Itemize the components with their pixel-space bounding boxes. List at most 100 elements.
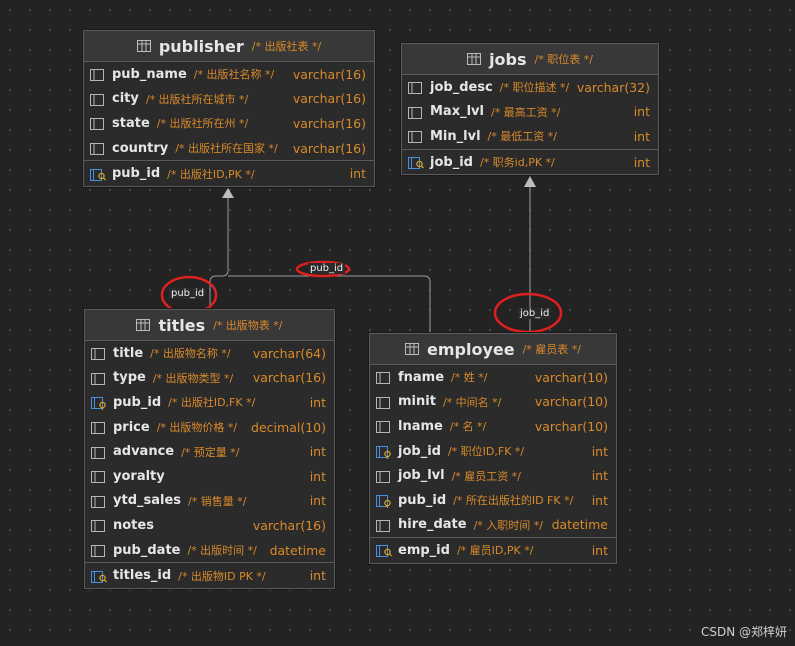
column-row[interactable]: hire_date /* 入职时间 */ datetime [370, 513, 616, 538]
table-name: titles [158, 315, 206, 335]
column-name: pub_date [113, 542, 181, 558]
column-row[interactable]: lname /* 名 */ varchar(10) [370, 414, 616, 439]
column-type: varchar(64) [252, 345, 326, 361]
column-row[interactable]: Min_lvl /* 最低工资 */ int [402, 124, 658, 149]
pk-column-row[interactable]: emp_id /* 雇员ID,PK */ int [370, 537, 616, 563]
column-comment: /* 出版社ID,PK */ [167, 167, 255, 181]
column-name: country [112, 140, 169, 156]
table-icon [136, 319, 151, 331]
column-name: Max_lvl [430, 104, 484, 120]
pk-column-row[interactable]: titles_id /* 出版物ID PK */ int [85, 562, 334, 588]
column-row[interactable]: fname /* 姓 */ varchar(10) [370, 365, 616, 390]
column-name: notes [113, 517, 154, 533]
column-row[interactable]: yoralty int [85, 464, 334, 489]
column-type: int [349, 166, 366, 182]
column-type: decimal(10) [251, 419, 326, 435]
primary-key-icon [91, 569, 107, 583]
column-comment: /* 出版物类型 */ [152, 371, 234, 385]
column-name: yoralty [113, 468, 165, 484]
table-header[interactable]: titles /* 出版物表 */ [85, 310, 334, 341]
column-comment: /* 出版社所在城市 */ [145, 92, 249, 106]
column-name: Min_lvl [430, 128, 481, 144]
table-header[interactable]: jobs /* 职位表 */ [402, 44, 658, 75]
column-row[interactable]: title /* 出版物名称 */ varchar(64) [85, 341, 334, 366]
column-icon [91, 371, 107, 385]
column-type: varchar(10) [534, 418, 608, 434]
pk-row-slot: titles_id /* 出版物ID PK */ int [85, 562, 334, 588]
relation-label-employee-pub: pub_id [308, 263, 346, 274]
column-row[interactable]: pub_date /* 出版时间 */ datetime [85, 538, 334, 563]
watermark: CSDN @郑梓妍 [700, 625, 787, 639]
column-comment: /* 出版物ID PK */ [178, 569, 266, 583]
relation-label-employee-job: job_id [518, 308, 552, 319]
column-type: int [309, 568, 326, 584]
pk-column-row[interactable]: pub_id /* 出版社ID,PK */ int [84, 160, 374, 186]
column-row[interactable]: job_id /* 职位ID,FK */ int [370, 439, 616, 464]
column-type: int [591, 492, 608, 508]
column-name: pub_id [113, 394, 162, 410]
column-comment: /* 职务id,PK */ [479, 156, 555, 170]
table-jobs[interactable]: jobs /* 职位表 */ job_desc /* 职位描述 */ varchar… [401, 43, 659, 176]
column-name: job_lvl [398, 468, 445, 484]
column-name: price [113, 419, 150, 435]
column-type: int [633, 128, 650, 144]
column-list: job_desc/* 职位描述 */varchar(32) Max_lvl/* 最… [402, 75, 658, 149]
table-name: employee [427, 339, 515, 359]
table-icon [136, 40, 151, 52]
column-list: fname /* 姓 */ varchar(10) minit /* 中间名 */ var… [370, 365, 616, 537]
column-comment: /* 出版物价格 */ [156, 421, 238, 435]
column-row[interactable]: country /* 出版社所在国家 */ varchar(16) [84, 136, 374, 161]
column-icon [376, 419, 392, 434]
column-name: pub_name [112, 66, 187, 82]
table-titles[interactable]: titles /* 出版物表 */ title /* 出版物名称 */ varcha… [84, 309, 335, 589]
column-comment: /* 出版时间 */ [187, 544, 257, 558]
column-row[interactable]: state /* 出版社所在州 */ varchar(16) [84, 111, 374, 136]
table-comment: /* 雇员表 */ [522, 343, 581, 356]
column-row[interactable]: job_desc /* 职位描述 */ varchar(32) [402, 75, 658, 100]
table-employee[interactable]: employee /* 雇员表 */ fname /* 姓 */ varchar(1… [369, 333, 617, 564]
column-row[interactable]: city /* 出版社所在城市 */ varchar(16) [84, 87, 374, 112]
column-name: fname [398, 369, 445, 385]
column-row[interactable]: Max_lvl /* 最高工资 */ int [402, 100, 658, 125]
column-name: ytd_sales [113, 493, 182, 509]
column-name: minit [398, 394, 436, 410]
column-row[interactable]: advance /* 预定量 */ int [85, 439, 334, 464]
column-comment: /* 出版社ID,FK */ [168, 396, 256, 410]
column-icon [91, 518, 107, 533]
table-icon [405, 343, 419, 355]
foreign-key-icon [376, 493, 392, 509]
column-name: job_id [430, 154, 473, 170]
titles-publisher-line [209, 196, 229, 309]
column-comment: /* 中间名 */ [442, 395, 502, 409]
column-icon [91, 346, 107, 361]
column-row[interactable]: job_lvl /* 雇员工资 */ int [370, 463, 616, 488]
column-row[interactable]: type /* 出版物类型 */ varchar(16) [85, 366, 334, 391]
primary-key-icon [408, 155, 424, 170]
column-name: pub_id [398, 492, 447, 508]
table-header[interactable]: publisher /* 出版社表 */ [84, 31, 374, 62]
column-icon [376, 395, 392, 409]
column-row[interactable]: minit /* 中间名 */ varchar(10) [370, 390, 616, 415]
column-list: title /* 出版物名称 */ varchar(64) type /* 出版物类型 … [85, 341, 334, 562]
column-row[interactable]: pub_id /* 出版社ID,FK */ int [85, 390, 334, 415]
column-type: int [309, 394, 326, 410]
column-row[interactable]: notes varchar(16) [85, 513, 334, 538]
column-comment: /* 出版社所在州 */ [156, 117, 249, 131]
table-header[interactable]: employee /* 雇员表 */ [370, 334, 616, 365]
column-name: title [113, 345, 144, 361]
column-type: varchar(32) [576, 79, 650, 95]
column-row[interactable]: pub_name /* 出版社名称 */ varchar(16) [84, 62, 374, 87]
column-row[interactable]: pub_id /* 所在出版社的ID FK */ int [370, 488, 616, 513]
column-type: varchar(16) [292, 66, 366, 82]
table-comment: /* 职位表 */ [534, 53, 593, 66]
table-publisher[interactable]: publisher /* 出版社表 */ pub_name /* 出版社名称 */… [83, 30, 375, 187]
pk-column-row[interactable]: job_id /* 职务id,PK */ int [402, 148, 658, 175]
column-comment: /* 姓 */ [451, 371, 488, 385]
column-name: lname [398, 418, 443, 434]
column-icon [90, 141, 106, 156]
column-type: varchar(16) [292, 140, 366, 156]
column-icon [376, 370, 392, 385]
column-row[interactable]: ytd_sales /* 销售量 */ int [85, 489, 334, 514]
column-row[interactable]: price /* 出版物价格 */ decimal(10) [85, 415, 334, 440]
column-type: varchar(16) [252, 370, 326, 386]
